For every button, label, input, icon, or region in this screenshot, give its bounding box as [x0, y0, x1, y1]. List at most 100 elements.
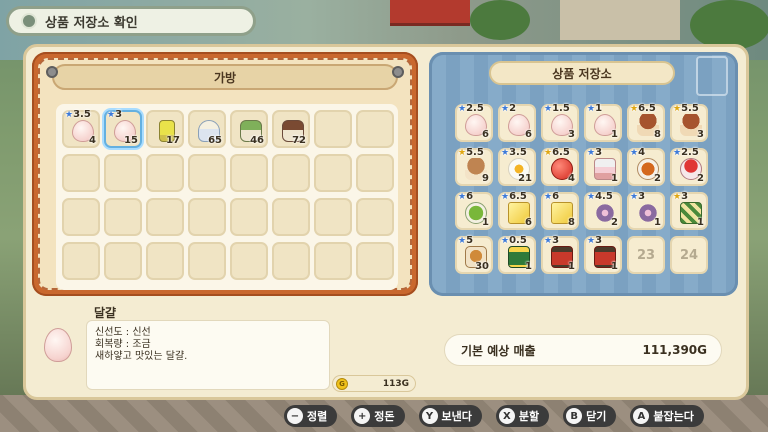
item-quantity: 1 [611, 173, 618, 184]
bag-slot[interactable] [356, 242, 394, 280]
bag-slot[interactable] [314, 198, 352, 236]
storage-slot[interactable]: ★2 6 [498, 103, 536, 142]
bag-slot[interactable] [314, 242, 352, 280]
item-rank: ★5.5 [673, 103, 699, 114]
item-rank-value: 0.5 [509, 235, 527, 246]
bag-slot[interactable] [62, 198, 100, 236]
storage-header: 상품 저장소 [489, 61, 675, 85]
item-rank-value: 3.5 [73, 109, 91, 120]
bag-inner: 가방 ★3.5 4 ★3 15 17 65 46 72 [38, 58, 412, 290]
bag-slot[interactable] [62, 242, 100, 280]
item-quantity: 1 [568, 261, 575, 272]
storage-slot[interactable]: ★2.5 2 [670, 147, 708, 186]
storage-slot[interactable]: ★1.5 3 [541, 103, 579, 142]
storage-slot[interactable]: ★1 1 [584, 103, 622, 142]
hint-3[interactable]: X 분할 [495, 405, 550, 427]
hint-4[interactable]: B 닫기 [563, 405, 617, 427]
store-emblem-icon [696, 56, 728, 96]
bag-slot[interactable]: 65 [188, 110, 226, 148]
star-icon: ★ [458, 192, 467, 202]
storage-slot[interactable]: ★3 1 [584, 147, 622, 186]
item-rank: ★5 [458, 235, 473, 246]
storage-slot[interactable]: ★6 1 [455, 191, 493, 230]
item-rank-value: 6.5 [638, 103, 656, 114]
item-rank: ★0.5 [501, 235, 527, 246]
bag-slot[interactable] [272, 242, 310, 280]
item-rank: ★3 [587, 147, 602, 158]
item-rank: ★6 [458, 191, 473, 202]
item-rank: ★6 [544, 191, 559, 202]
bag-slot[interactable] [230, 242, 268, 280]
bag-slot[interactable] [272, 154, 310, 192]
bag-slot[interactable] [188, 198, 226, 236]
star-icon: ★ [501, 236, 510, 246]
star-icon: ★ [544, 236, 553, 246]
item-rank: ★6.5 [501, 191, 527, 202]
storage-slot[interactable]: 23 [627, 236, 665, 274]
storage-slot[interactable]: ★3 1 [627, 191, 665, 230]
item-rank-value: 4 [638, 147, 646, 158]
storage-slot[interactable]: ★6 8 [541, 191, 579, 230]
storage-slot[interactable]: ★5.5 3 [670, 103, 708, 142]
star-icon: ★ [587, 148, 596, 158]
storage-slot[interactable]: ★2.5 6 [455, 103, 493, 142]
bag-slot[interactable] [230, 198, 268, 236]
controller-button-icon: + [354, 408, 371, 424]
expected-sales-label: 기본 예상 매출 [461, 343, 536, 358]
gold-amount: 113G [382, 378, 409, 389]
storage-slot[interactable]: ★6.5 6 [498, 191, 536, 230]
storage-slot[interactable]: ★3 1 [670, 191, 708, 230]
bag-slot[interactable]: ★3 15 [104, 109, 142, 148]
star-icon: ★ [587, 104, 596, 114]
item-rank: ★3.5 [65, 109, 91, 120]
hint-label: 분할 [518, 410, 540, 423]
bag-slot[interactable]: 72 [272, 110, 310, 148]
bag-slot[interactable] [314, 110, 352, 148]
bag-slot[interactable] [314, 154, 352, 192]
bag-slot[interactable] [356, 154, 394, 192]
star-icon: ★ [107, 110, 116, 120]
storage-slot[interactable]: ★0.5 1 [498, 235, 536, 274]
item-rank: ★6.5 [544, 147, 570, 158]
storage-slot[interactable]: ★3 1 [584, 235, 622, 274]
bag-slot[interactable] [272, 198, 310, 236]
storage-slot[interactable]: 24 [670, 236, 708, 274]
storage-slot[interactable]: ★4.5 2 [584, 191, 622, 230]
bag-slot[interactable]: 46 [230, 110, 268, 148]
bag-slot[interactable] [146, 198, 184, 236]
item-quantity: 21 [518, 173, 532, 184]
storage-slot[interactable]: ★4 2 [627, 147, 665, 186]
bag-slot[interactable] [188, 154, 226, 192]
bag-slot[interactable]: 17 [146, 110, 184, 148]
bag-slot[interactable] [104, 242, 142, 280]
bag-slot[interactable] [62, 154, 100, 192]
hint-5[interactable]: A 붙잡는다 [630, 405, 704, 427]
item-quantity: 1 [482, 217, 489, 228]
hint-1[interactable]: + 정돈 [351, 405, 405, 427]
bag-slot[interactable] [146, 154, 184, 192]
bag-slot[interactable] [356, 110, 394, 148]
bag-slot[interactable] [230, 154, 268, 192]
bag-slot[interactable] [356, 198, 394, 236]
item-description: 새하얗고 맛있는 달걀. [95, 351, 188, 362]
storage-slot[interactable]: ★5.5 9 [455, 147, 493, 186]
button-hints: − 정렬 + 정돈 Y 보낸다 X 분할 B 닫기 A 붙잡는다 [284, 404, 718, 428]
storage-slot[interactable]: ★3 1 [541, 235, 579, 274]
bag-slot[interactable] [104, 154, 142, 192]
bag-slot[interactable] [104, 198, 142, 236]
bag-slot[interactable] [188, 242, 226, 280]
hint-label: 붙잡는다 [653, 410, 694, 423]
storage-slot[interactable]: ★3.5 21 [498, 147, 536, 186]
background-tree [470, 0, 530, 40]
screw-icon [46, 66, 58, 78]
item-rank: ★2.5 [673, 147, 699, 158]
storage-slot[interactable]: ★6.5 8 [627, 103, 665, 142]
storage-slot[interactable]: ★5 30 [455, 235, 493, 274]
bag-slot[interactable] [146, 242, 184, 280]
storage-slot[interactable]: ★6.5 4 [541, 147, 579, 186]
item-quantity: 4 [568, 173, 575, 184]
hint-0[interactable]: − 정렬 [284, 405, 338, 427]
hint-2[interactable]: Y 보낸다 [418, 405, 482, 427]
bag-slot[interactable]: ★3.5 4 [62, 109, 100, 148]
item-quantity: 15 [124, 135, 138, 146]
